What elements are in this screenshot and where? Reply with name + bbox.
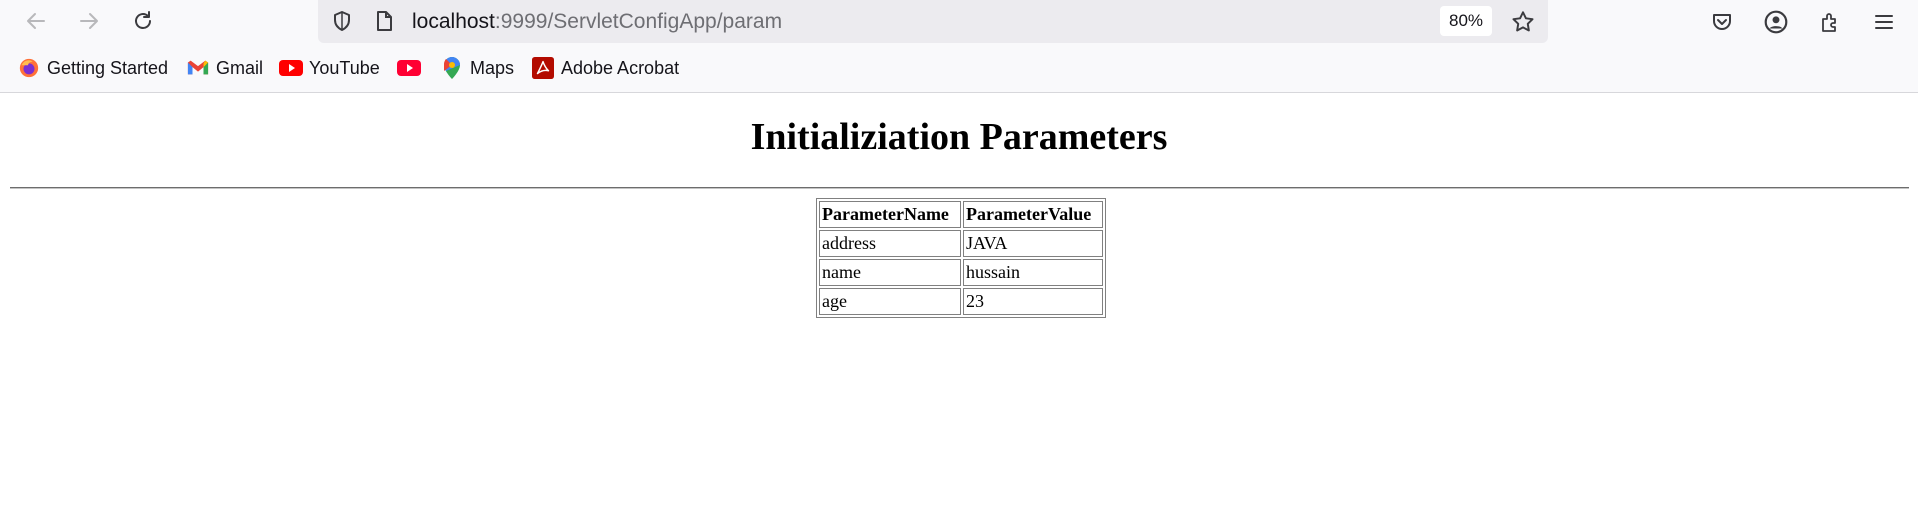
- browser-toolbar: localhost:9999/ServletConfigApp/param 80…: [0, 0, 1918, 43]
- table-row: address JAVA: [819, 230, 1103, 257]
- bookmark-star-icon[interactable]: [1507, 6, 1539, 38]
- page-content: Initializiation Parameters ParameterName…: [0, 93, 1918, 516]
- menu-icon[interactable]: [1868, 6, 1900, 38]
- arrow-right-icon: [80, 13, 98, 29]
- extensions-icon[interactable]: [1814, 6, 1846, 38]
- acrobat-icon: [531, 56, 555, 80]
- bookmark-youtube[interactable]: YouTube: [279, 55, 380, 81]
- maps-icon: [440, 56, 464, 80]
- parameter-value-cell: 23: [963, 288, 1103, 315]
- arrow-left-icon: [27, 13, 45, 29]
- parameter-value-cell: hussain: [963, 259, 1103, 286]
- firefox-icon: [17, 56, 41, 80]
- gmail-icon: [186, 56, 210, 80]
- back-button[interactable]: [21, 6, 51, 36]
- account-icon[interactable]: [1760, 6, 1792, 38]
- parameter-name-cell: name: [819, 259, 961, 286]
- zoom-level-badge[interactable]: 80%: [1440, 6, 1492, 36]
- page-title: Initializiation Parameters: [750, 116, 1168, 158]
- table-row: age 23: [819, 288, 1103, 315]
- table-row: name hussain: [819, 259, 1103, 286]
- url-path: :9999/ServletConfigApp/param: [494, 10, 783, 33]
- horizontal-rule: [10, 187, 1909, 189]
- bookmark-gmail[interactable]: Gmail: [186, 55, 263, 81]
- url-text[interactable]: localhost:9999/ServletConfigApp/param: [412, 9, 782, 35]
- reload-button[interactable]: [128, 6, 158, 36]
- youtube-music-icon: [397, 56, 421, 80]
- table-header-row: ParameterName ParameterValue: [819, 201, 1103, 228]
- bookmark-youtube-music[interactable]: [397, 55, 427, 81]
- bookmark-label: Maps: [470, 57, 515, 78]
- bookmark-maps[interactable]: Maps: [440, 55, 514, 81]
- bookmark-label: Gmail: [216, 57, 264, 78]
- bookmark-getting-started[interactable]: Getting Started: [17, 55, 168, 81]
- forward-button[interactable]: [74, 6, 104, 36]
- parameter-name-cell: age: [819, 288, 961, 315]
- column-header-parameter-name: ParameterName: [819, 201, 961, 228]
- url-host: localhost: [412, 10, 495, 33]
- reload-icon: [135, 11, 151, 29]
- column-header-parameter-value: ParameterValue: [963, 201, 1103, 228]
- bookmarks-bar: Getting Started Gmail YouTube Maps Adobe…: [0, 43, 1918, 93]
- parameter-name-cell: address: [819, 230, 961, 257]
- shield-icon[interactable]: [330, 9, 354, 33]
- bookmark-label: Getting Started: [47, 57, 169, 78]
- youtube-icon: [279, 56, 303, 80]
- pocket-icon[interactable]: [1706, 6, 1738, 38]
- parameter-value-cell: JAVA: [963, 230, 1103, 257]
- parameters-table: ParameterName ParameterValue address JAV…: [816, 198, 1106, 318]
- bookmark-label: Adobe Acrobat: [561, 57, 680, 78]
- bookmark-adobe-acrobat[interactable]: Adobe Acrobat: [531, 55, 679, 81]
- bookmark-label: YouTube: [309, 57, 380, 78]
- page-info-icon[interactable]: [372, 9, 396, 33]
